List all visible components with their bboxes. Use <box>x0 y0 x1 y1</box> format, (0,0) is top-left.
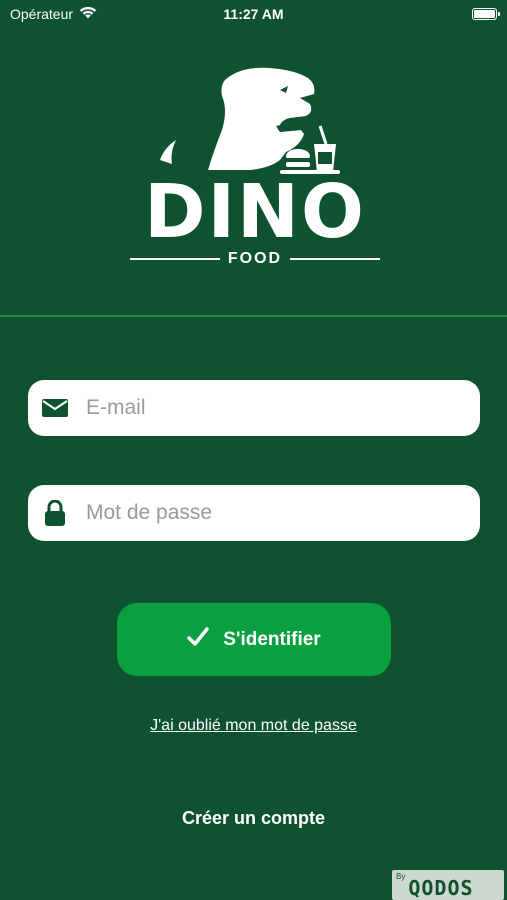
header-divider <box>0 315 507 317</box>
developer-badge: By QODOS <box>392 870 504 900</box>
lock-icon <box>42 500 68 526</box>
envelope-icon <box>42 395 68 421</box>
logo-subtitle-row: FOOD <box>130 250 380 268</box>
dino-food-logo: DINO FOOD <box>130 60 380 275</box>
forgot-password-link[interactable]: J'ai oublié mon mot de passe <box>0 717 507 735</box>
wifi-icon <box>79 6 97 22</box>
email-field[interactable] <box>28 380 480 436</box>
battery-icon <box>472 8 500 20</box>
status-left: Opérateur <box>10 6 97 22</box>
login-button[interactable]: S'identifier <box>117 603 391 676</box>
logo-title: DINO <box>144 169 366 255</box>
password-field[interactable] <box>28 485 480 541</box>
dinosaur-icon <box>160 67 340 174</box>
create-account-link[interactable]: Créer un compte <box>0 808 507 829</box>
email-input[interactable] <box>86 380 480 436</box>
password-input[interactable] <box>86 485 480 541</box>
badge-by: By <box>396 872 406 881</box>
carrier-label: Opérateur <box>10 6 74 22</box>
login-label: S'identifier <box>223 628 321 650</box>
logo-subtitle: FOOD <box>227 250 283 267</box>
checkmark-icon <box>187 626 210 653</box>
badge-name: QODOS <box>408 876 474 900</box>
status-bar: Opérateur 11:27 AM <box>0 0 507 28</box>
